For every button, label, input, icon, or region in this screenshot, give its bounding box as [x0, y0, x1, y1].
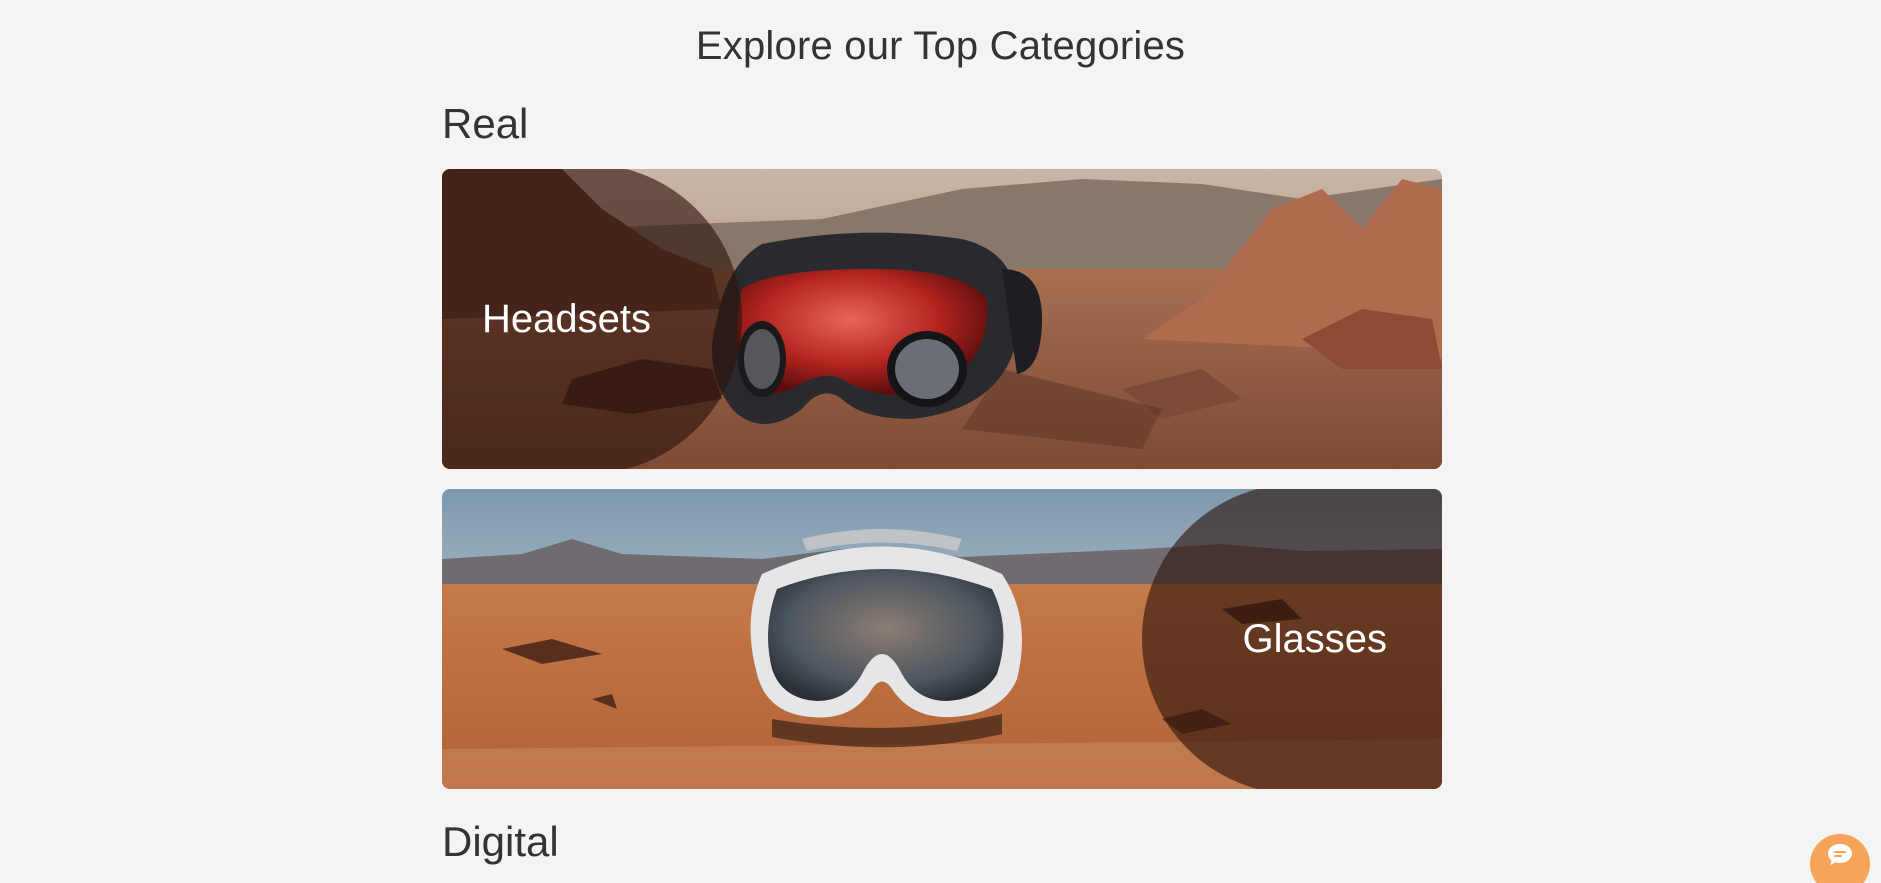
- headsets-label: Headsets: [482, 297, 651, 341]
- page-title: Explore our Top Categories: [695, 24, 1186, 68]
- category-card-headsets[interactable]: Headsets: [442, 169, 1442, 469]
- page: Explore our Top Categories Real Headsets…: [0, 0, 1881, 883]
- section-heading-real: Real: [442, 100, 529, 147]
- chat-button[interactable]: [1810, 834, 1870, 883]
- glasses-label: Glasses: [1242, 617, 1388, 661]
- section-heading-digital: Digital: [442, 818, 559, 865]
- category-card-glasses[interactable]: Glasses: [442, 489, 1442, 789]
- chat-bubble-icon: [1828, 844, 1852, 865]
